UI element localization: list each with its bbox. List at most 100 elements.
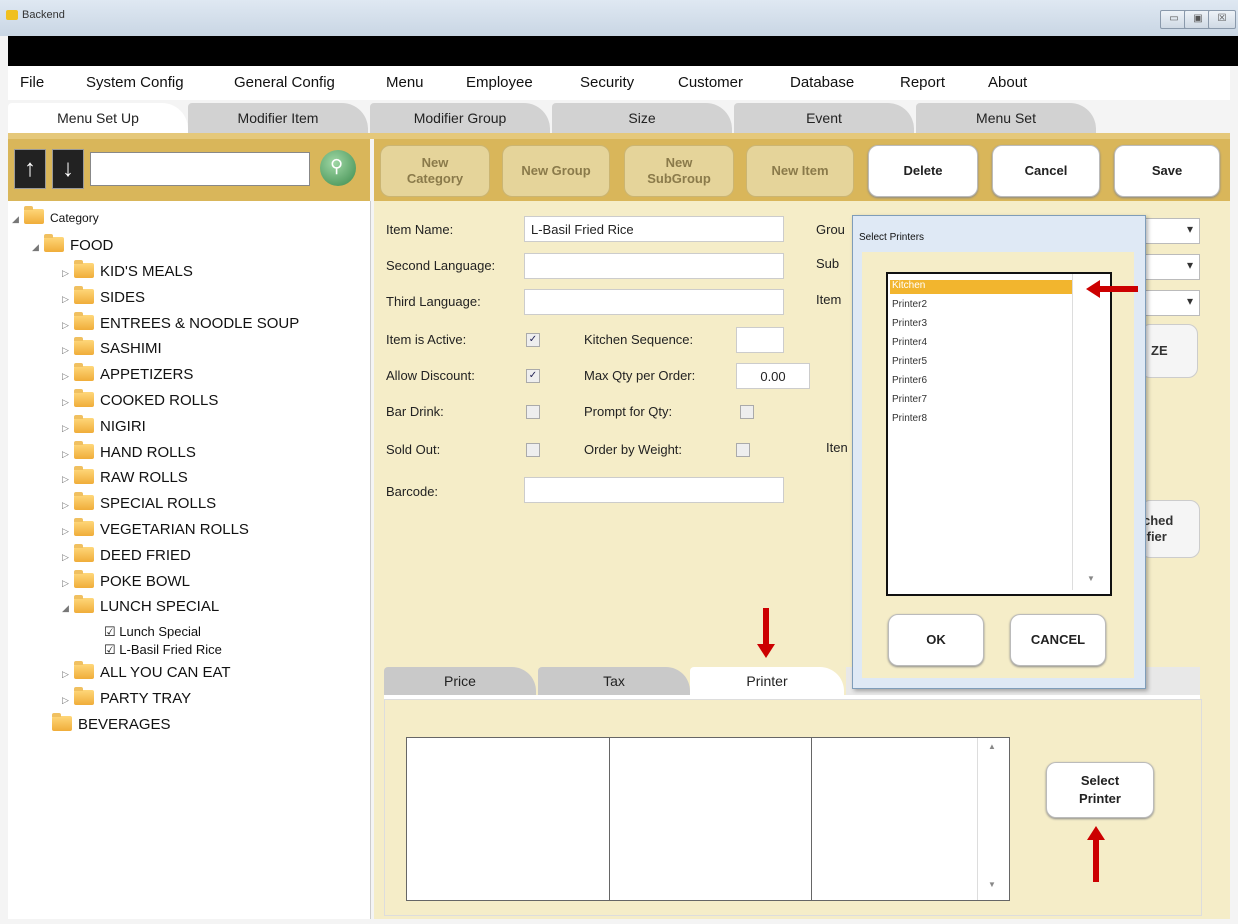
item-name-label: Item Name: <box>386 222 454 237</box>
printer-grid[interactable]: ▲ ▼ <box>406 737 1010 901</box>
tree-leaf-basil-fried-rice[interactable]: ☑ L-Basil Fried Rice <box>104 642 222 658</box>
new-category-button[interactable]: New Category <box>380 145 490 197</box>
tree-node-food[interactable]: ◢ FOOD <box>32 234 113 254</box>
printer-list-item[interactable]: Printer3 <box>892 318 927 329</box>
order-by-weight-checkbox[interactable] <box>736 443 750 457</box>
printer-list-item[interactable]: Printer2 <box>892 299 927 310</box>
menu-security[interactable]: Security <box>580 74 634 91</box>
dialog-cancel-button[interactable]: CANCEL <box>1010 614 1106 666</box>
tree-node-food-child[interactable]: ▷ DEED FRIED <box>62 543 191 564</box>
max-qty-label: Max Qty per Order: <box>584 368 696 383</box>
printer-list-scrollbar[interactable]: ▼ <box>1072 274 1107 590</box>
subgroup-dropdown[interactable] <box>1140 254 1200 280</box>
tree-node-food-child[interactable]: ▷ RAW ROLLS <box>62 466 188 486</box>
barcode-input[interactable] <box>524 477 784 503</box>
size-button[interactable]: ZE <box>1140 324 1198 378</box>
bar-drink-checkbox[interactable] <box>526 405 540 419</box>
tree-leaf-lunch-special[interactable]: ☑ Lunch Special <box>104 624 201 640</box>
item-active-checkbox[interactable]: ✓ <box>526 333 540 347</box>
second-language-input[interactable] <box>524 253 784 279</box>
tree-node-party-tray[interactable]: ▷ PARTY TRAY <box>62 687 191 707</box>
item-dropdown[interactable] <box>1140 290 1200 316</box>
menu-employee[interactable]: Employee <box>466 74 533 91</box>
printer-list-item[interactable]: Printer5 <box>892 356 927 367</box>
menu-menu[interactable]: Menu <box>386 74 424 91</box>
close-button[interactable]: ☒ <box>1208 10 1236 29</box>
cancel-button[interactable]: Cancel <box>992 145 1100 197</box>
grid-scrollbar[interactable]: ▲ ▼ <box>977 738 996 900</box>
tab-menu-set[interactable]: Menu Set <box>916 103 1096 133</box>
group-label: Grou <box>816 222 845 237</box>
allow-discount-label: Allow Discount: <box>386 368 475 383</box>
menu-report[interactable]: Report <box>900 74 945 91</box>
prompt-qty-checkbox[interactable] <box>740 405 754 419</box>
move-down-button[interactable]: ↓ <box>52 149 84 189</box>
printer-list-item[interactable]: Printer4 <box>892 337 927 348</box>
order-by-weight-label: Order by Weight: <box>584 442 683 457</box>
tree-node-food-child[interactable]: ▷ SIDES <box>62 285 145 306</box>
sold-out-checkbox[interactable] <box>526 443 540 457</box>
annotation-arrow-left-icon <box>1086 280 1100 298</box>
tree-node-food-child[interactable]: ▷ SPECIAL ROLLS <box>62 492 216 512</box>
tab-tax[interactable]: Tax <box>538 667 690 695</box>
bar-drink-label: Bar Drink: <box>386 404 444 419</box>
printer-list-item[interactable]: Kitchen <box>890 280 1072 294</box>
tree-node-food-child[interactable]: ▷ APPETIZERS <box>62 363 193 383</box>
printer-list-item[interactable]: Printer8 <box>892 413 927 424</box>
folder-icon <box>74 389 94 407</box>
tree-node-food-child[interactable]: ▷ SASHIMI <box>62 337 162 357</box>
tree-node-food-child[interactable]: ▷ ENTREES & NOODLE SOUP <box>62 311 299 332</box>
new-item-button[interactable]: New Item <box>746 145 854 197</box>
tree-node-food-child[interactable]: ▷ NIGIRI <box>62 414 146 435</box>
printer-list-item[interactable]: Printer6 <box>892 375 927 386</box>
search-icon[interactable]: ⚲ <box>320 150 356 186</box>
tree-node-food-child[interactable]: ▷ HAND ROLLS <box>62 440 196 461</box>
tab-menu-set-up[interactable]: Menu Set Up <box>8 103 188 133</box>
tree-node-food-child[interactable]: ◢ LUNCH SPECIAL <box>62 595 219 615</box>
new-group-button[interactable]: New Group <box>502 145 610 197</box>
tab-printer[interactable]: Printer <box>690 667 844 695</box>
menu-general-config[interactable]: General Config <box>234 74 335 91</box>
tree-node-food-child[interactable]: ▷ VEGETARIAN ROLLS <box>62 518 249 538</box>
folder-icon <box>74 337 94 356</box>
select-printer-button[interactable]: Select Printer <box>1046 762 1154 818</box>
prompt-qty-label: Prompt for Qty: <box>584 404 673 419</box>
kitchen-sequence-input[interactable] <box>736 327 784 353</box>
second-language-label: Second Language: <box>386 258 496 273</box>
tree-node-category[interactable]: ◢ Category <box>12 206 99 225</box>
tree-node-all-you-can-eat[interactable]: ▷ ALL YOU CAN EAT <box>62 661 231 681</box>
item-name-input[interactable]: L-Basil Fried Rice <box>524 216 784 242</box>
new-subgroup-button[interactable]: New SubGroup <box>624 145 734 197</box>
menu-about[interactable]: About <box>988 74 1027 91</box>
menu-system-config[interactable]: System Config <box>86 74 184 91</box>
folder-icon <box>74 569 94 588</box>
tab-modifier-group[interactable]: Modifier Group <box>370 103 550 133</box>
tab-size[interactable]: Size <box>552 103 732 133</box>
tab-event[interactable]: Event <box>734 103 914 133</box>
tab-price[interactable]: Price <box>384 667 536 695</box>
menu-file[interactable]: File <box>20 74 44 91</box>
menu-customer[interactable]: Customer <box>678 74 743 91</box>
delete-button[interactable]: Delete <box>868 145 978 197</box>
category-tree: ◢ Category ◢ FOOD ☑ Lunch Special ☑ L-Basi… <box>8 201 371 919</box>
menu-database[interactable]: Database <box>790 74 854 91</box>
folder-icon <box>74 543 94 562</box>
printer-list-item[interactable]: Printer7 <box>892 394 927 405</box>
grid-column-divider <box>609 738 610 900</box>
tab-modifier-item[interactable]: Modifier Item <box>188 103 368 133</box>
third-language-input[interactable] <box>524 289 784 315</box>
ok-button[interactable]: OK <box>888 614 984 666</box>
group-dropdown[interactable] <box>1140 218 1200 244</box>
annotation-arrow-down-icon <box>757 644 775 658</box>
tree-search-input[interactable] <box>90 152 310 186</box>
tree-node-food-child[interactable]: ▷ KID'S MEALS <box>62 260 193 280</box>
save-button[interactable]: Save <box>1114 145 1220 197</box>
tree-node-food-child[interactable]: ▷ POKE BOWL <box>62 569 190 590</box>
tree-node-food-child[interactable]: ▷ COOKED ROLLS <box>62 389 218 409</box>
move-up-button[interactable]: ↑ <box>14 149 46 189</box>
allow-discount-checkbox[interactable]: ✓ <box>526 369 540 383</box>
tree-node-beverages[interactable]: BEVERAGES <box>52 713 171 733</box>
subgroup-label: Sub <box>816 256 840 271</box>
attached-modifier-button[interactable]: ched ifier <box>1140 500 1200 558</box>
max-qty-input[interactable]: 0.00 <box>736 363 810 389</box>
